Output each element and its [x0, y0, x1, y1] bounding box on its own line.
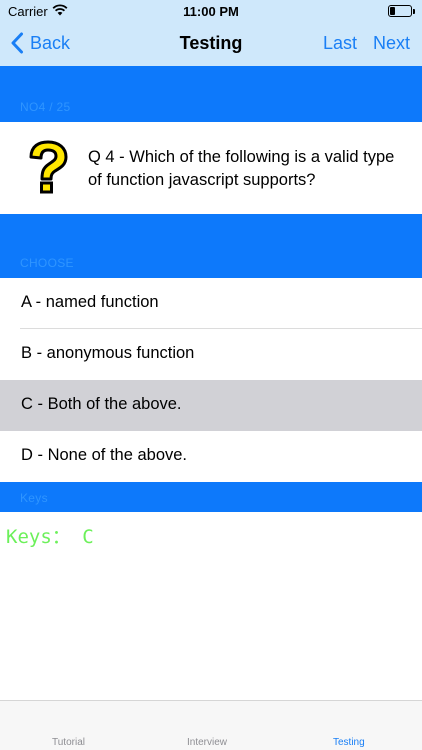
status-bar: Carrier 11:00 PM — [0, 0, 422, 22]
question-text: Q 4 - Which of the following is a valid … — [88, 148, 395, 189]
back-label: Back — [30, 32, 71, 53]
option-d[interactable]: D - None of the above. — [0, 431, 422, 482]
option-c[interactable]: C - Both of the above. — [0, 380, 422, 431]
next-button[interactable]: Next — [373, 33, 410, 54]
answer-key: Keys： C — [6, 526, 94, 548]
option-b[interactable]: B - anonymous function — [0, 329, 422, 380]
back-chevron-icon — [11, 32, 23, 54]
navigation-bar: Back Testing Last Next — [0, 22, 422, 66]
option-label: D - None of the above. — [21, 446, 188, 464]
tab-tutorial[interactable]: Tutorial — [52, 737, 85, 748]
battery-icon — [388, 5, 415, 17]
choose-header: CHOOSE — [0, 214, 422, 278]
question-mark-icon — [29, 140, 68, 194]
tab-bar: Tutorial Interview Testing — [0, 700, 422, 750]
keys-header: Keys — [0, 482, 422, 512]
option-label: B - anonymous function — [21, 344, 195, 362]
tab-testing[interactable]: Testing — [333, 737, 365, 748]
top-bar: Carrier 11:00 PM Back Testing Last Next — [0, 0, 422, 66]
status-time: 11:00 PM — [183, 4, 239, 19]
option-label: A - named function — [21, 293, 159, 311]
question-card: Q 4 - Which of the following is a valid … — [0, 122, 422, 214]
progress-header: NO4 / 25 — [0, 66, 422, 122]
option-label: C - Both of the above. — [21, 395, 182, 413]
option-a[interactable]: A - named function — [0, 278, 422, 329]
progress-label: NO4 / 25 — [20, 100, 71, 114]
last-button[interactable]: Last — [323, 33, 357, 54]
back-button[interactable]: Back — [10, 32, 70, 54]
tab-interview[interactable]: Interview — [187, 737, 227, 748]
keys-section-label: Keys — [20, 491, 48, 505]
choose-label: CHOOSE — [20, 256, 74, 270]
